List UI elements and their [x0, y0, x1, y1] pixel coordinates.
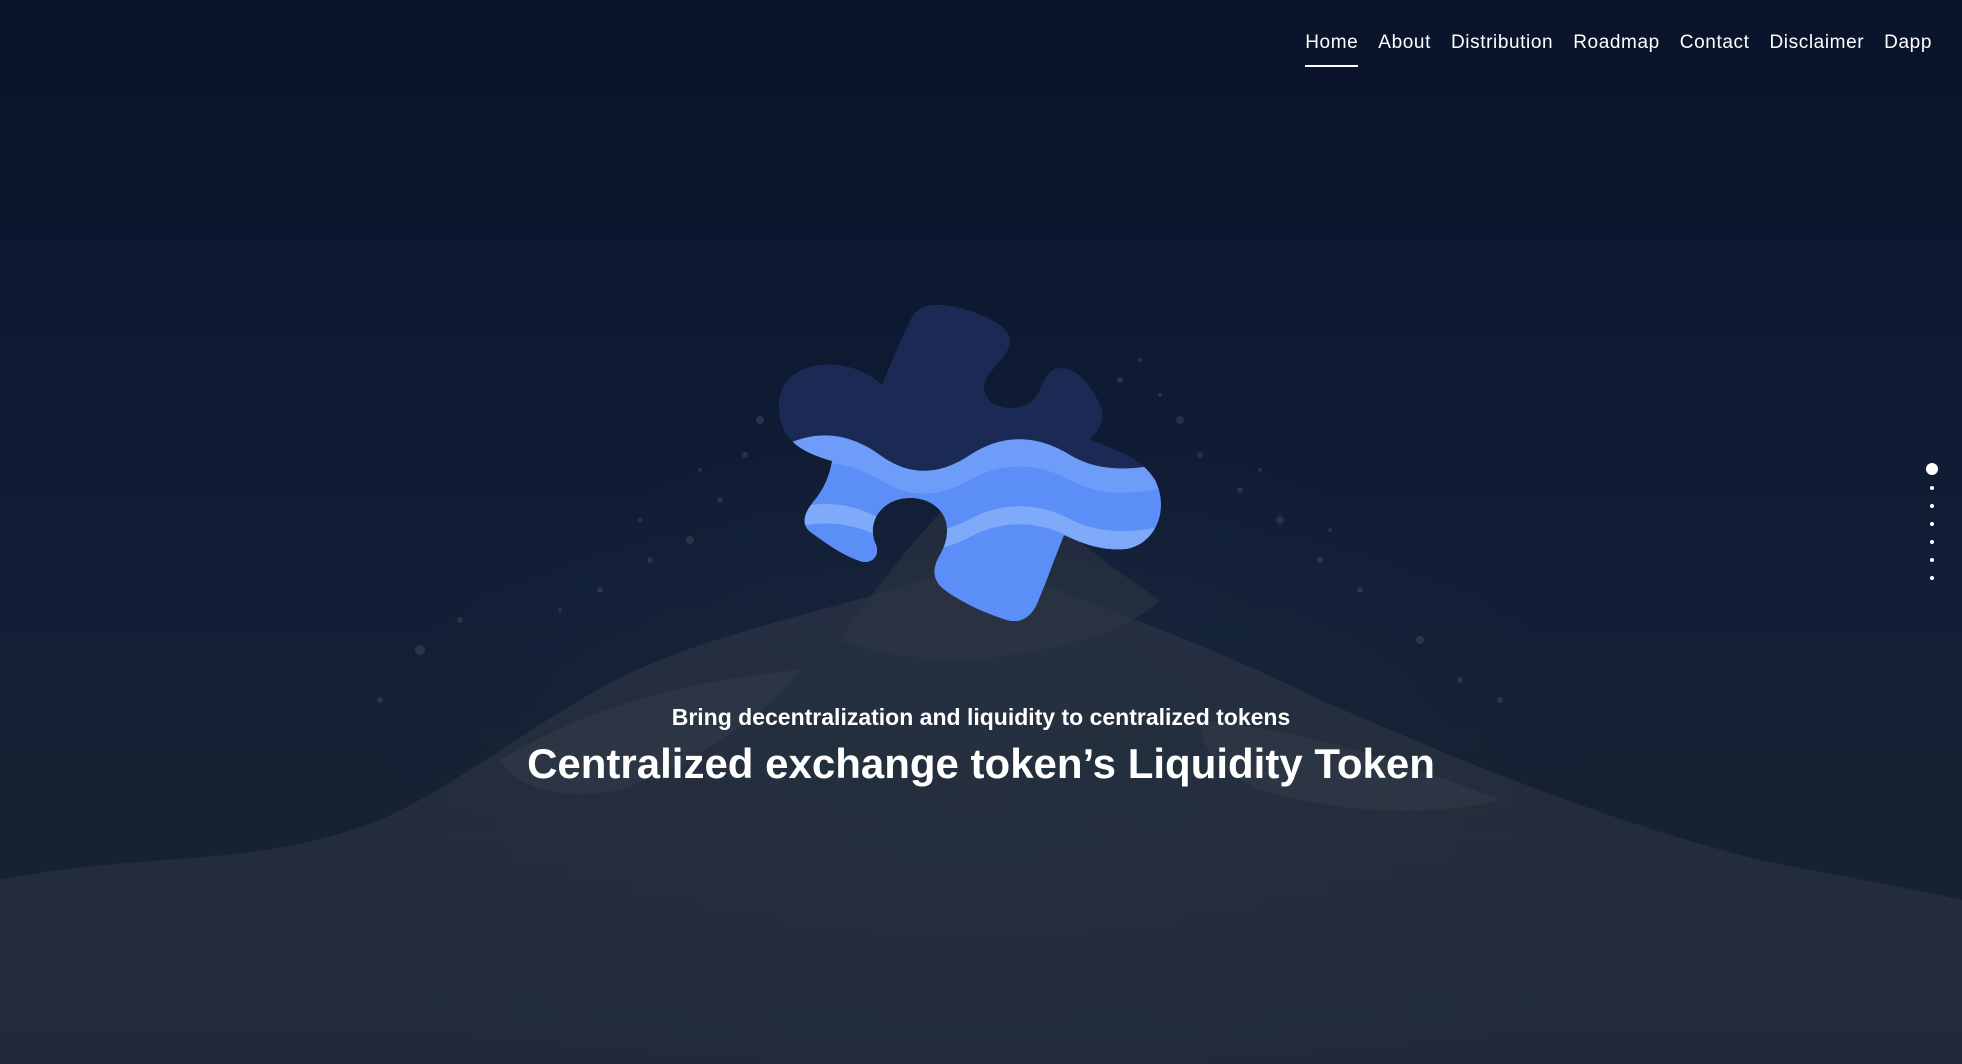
- nav-roadmap[interactable]: Roadmap: [1573, 32, 1660, 64]
- hero-subtitle: Bring decentralization and liquidity to …: [671, 704, 1291, 730]
- section-dot-7[interactable]: [1930, 576, 1934, 580]
- section-dot-2[interactable]: [1930, 486, 1934, 490]
- nav-dapp[interactable]: Dapp: [1884, 32, 1932, 64]
- hero-section: Home About Distribution Roadmap Contact …: [0, 0, 1962, 1064]
- section-dot-6[interactable]: [1930, 558, 1934, 562]
- nav-disclaimer[interactable]: Disclaimer: [1769, 32, 1864, 64]
- puzzle-piece-wave-logo-icon: [778, 305, 1161, 621]
- nav-contact[interactable]: Contact: [1680, 32, 1750, 64]
- nav-distribution[interactable]: Distribution: [1451, 32, 1553, 64]
- section-dot-1[interactable]: [1926, 463, 1938, 475]
- section-dots-nav: [1925, 463, 1939, 587]
- top-navigation: Home About Distribution Roadmap Contact …: [1305, 32, 1932, 67]
- nav-home[interactable]: Home: [1305, 32, 1359, 67]
- section-dot-4[interactable]: [1930, 522, 1934, 526]
- section-dot-3[interactable]: [1930, 504, 1934, 508]
- section-dot-5[interactable]: [1930, 540, 1934, 544]
- nav-about[interactable]: About: [1378, 32, 1431, 64]
- hero-title: Centralized exchange token’s Liquidity T…: [527, 740, 1435, 787]
